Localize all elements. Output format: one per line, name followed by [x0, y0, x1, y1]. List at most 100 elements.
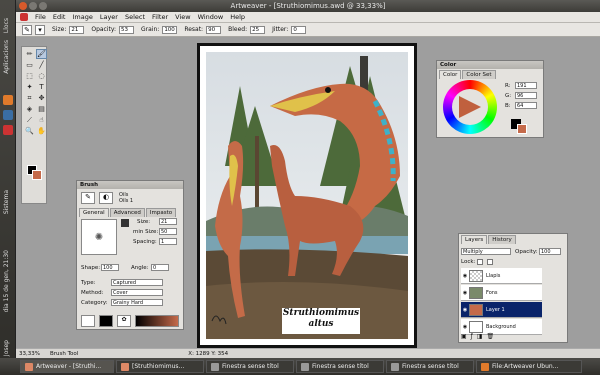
layer-visibility-icon[interactable]: ◉: [461, 273, 469, 279]
layer-visibility-icon[interactable]: ◉: [461, 324, 469, 330]
taskbar-item-browser[interactable]: File:Artweaver Ubun...: [476, 360, 582, 373]
lasso-tool-icon[interactable]: ◌: [36, 71, 47, 81]
brush-shape-icon[interactable]: [121, 219, 129, 227]
size-field[interactable]: 21: [69, 25, 85, 34]
jitter-field[interactable]: 0: [291, 25, 307, 34]
tab-color-set[interactable]: Color Set: [462, 70, 496, 79]
blue-field[interactable]: 64: [515, 102, 537, 109]
palette-background-swatch[interactable]: [517, 124, 527, 134]
mail-icon[interactable]: [3, 110, 13, 120]
layer-opacity-field[interactable]: 100: [539, 248, 561, 255]
tab-color[interactable]: Color: [439, 70, 462, 79]
tab-general[interactable]: General: [79, 208, 109, 217]
gradient-tool-icon[interactable]: ▤: [36, 104, 47, 114]
layer-visibility-icon[interactable]: ◉: [461, 290, 469, 296]
menu-image[interactable]: Image: [72, 13, 92, 21]
background-color-swatch[interactable]: [32, 170, 42, 180]
os-menu-system[interactable]: Sistema: [3, 190, 10, 214]
pencil-tool-icon[interactable]: ✏: [24, 49, 35, 59]
brush-preset-icon[interactable]: ✎: [22, 24, 32, 35]
eraser-tool-icon[interactable]: ▭: [24, 60, 35, 70]
brush-variant-icon[interactable]: ◐: [99, 192, 113, 204]
menu-layer[interactable]: Layer: [100, 13, 118, 21]
magic-wand-tool-icon[interactable]: ✦: [24, 82, 35, 92]
fill-tool-icon[interactable]: ◈: [24, 104, 35, 114]
line-tool-icon[interactable]: ╱: [36, 60, 47, 70]
brush-variant-dropdown[interactable]: ▾: [35, 24, 45, 35]
taskbar-item-window-2[interactable]: Finestra sense títol: [296, 360, 384, 373]
minimize-window-button[interactable]: [29, 2, 37, 10]
taskbar-item-window-1[interactable]: Finestra sense títol: [206, 360, 294, 373]
brush-palette-title[interactable]: Brush: [77, 181, 183, 189]
layer-row[interactable]: ◉ Llapis: [461, 268, 542, 284]
brush-size-field[interactable]: 21: [159, 218, 177, 225]
taskbar-item-artweaver[interactable]: Artweaver - [Struthi...: [20, 360, 114, 373]
green-field[interactable]: 96: [515, 92, 537, 99]
move-tool-icon[interactable]: ✥: [36, 93, 47, 103]
smudge-tool-icon[interactable]: ☝: [36, 115, 47, 125]
pattern-swatch[interactable]: [99, 315, 113, 327]
close-window-button[interactable]: [19, 2, 27, 10]
brush-category-select[interactable]: Grainy Hard: [111, 299, 163, 306]
brush-type-select[interactable]: Captured: [111, 279, 163, 286]
menu-filter[interactable]: Filter: [152, 13, 168, 21]
color-triangle[interactable]: [459, 96, 481, 118]
menu-window[interactable]: Window: [198, 13, 224, 21]
brush-category-icon[interactable]: ✎: [81, 192, 95, 204]
os-clock[interactable]: dia 15 de gen, 21:30: [3, 250, 10, 312]
layer-row[interactable]: ◉ Fons: [461, 285, 542, 301]
tab-advanced[interactable]: Advanced: [109, 208, 145, 217]
resat-field[interactable]: 90: [206, 25, 222, 34]
red-field[interactable]: 191: [515, 82, 537, 89]
brush-spacing-field[interactable]: 1: [159, 238, 177, 245]
tab-impasto[interactable]: Impasto: [145, 208, 177, 217]
blend-mode-select[interactable]: Multiply: [461, 248, 511, 255]
lock-transparency-checkbox[interactable]: [477, 259, 483, 265]
eyedropper-tool-icon[interactable]: ⟋: [24, 115, 35, 125]
hand-tool-icon[interactable]: ✋: [36, 126, 47, 136]
new-layer-icon[interactable]: ▣: [461, 333, 467, 340]
window-titlebar[interactable]: Artweaver - [Struthiomimus.awd @ 33,33%]: [16, 0, 600, 12]
brush-preview[interactable]: ✺: [81, 219, 117, 255]
layer-visibility-icon[interactable]: ◉: [461, 307, 469, 313]
taskbar-item-document[interactable]: [Struthiomimus...: [116, 360, 204, 373]
color-palette-title[interactable]: Color: [437, 61, 543, 69]
gradient-swatch[interactable]: [135, 315, 179, 327]
lock-layer-checkbox[interactable]: [487, 259, 493, 265]
paper-texture-icon[interactable]: [81, 315, 95, 327]
brush-tool-icon[interactable]: 🖌: [36, 49, 47, 59]
menu-edit[interactable]: Edit: [53, 13, 66, 21]
tab-history[interactable]: History: [488, 235, 516, 244]
brush-min-size-field[interactable]: 50: [159, 228, 177, 235]
brush-shape-field[interactable]: 100: [101, 264, 119, 271]
nozzle-icon[interactable]: ✿: [117, 315, 131, 327]
color-wheel[interactable]: [443, 80, 497, 134]
maximize-window-button[interactable]: [39, 2, 47, 10]
crop-tool-icon[interactable]: ⌗: [24, 93, 35, 103]
artweaver-launcher-icon[interactable]: [3, 125, 13, 135]
menu-view[interactable]: View: [175, 13, 190, 21]
firefox-icon[interactable]: [3, 95, 13, 105]
bleed-field[interactable]: 25: [250, 25, 266, 34]
menu-help[interactable]: Help: [230, 13, 245, 21]
layer-effects-icon[interactable]: ƒ: [471, 333, 473, 340]
os-user[interactable]: Josep: [3, 340, 10, 356]
text-tool-icon[interactable]: T: [36, 82, 47, 92]
grain-field[interactable]: 100: [162, 25, 178, 34]
brush-method-select[interactable]: Cover: [111, 289, 163, 296]
os-menu-places[interactable]: Llocs: [3, 18, 10, 33]
document-canvas[interactable]: Struthiomimus altus: [197, 43, 417, 348]
zoom-tool-icon[interactable]: 🔍: [24, 126, 35, 136]
delete-layer-icon[interactable]: 🗑: [486, 333, 494, 340]
opacity-field[interactable]: 53: [119, 25, 135, 34]
menu-select[interactable]: Select: [125, 13, 145, 21]
taskbar-item-window-3[interactable]: Finestra sense títol: [386, 360, 474, 373]
layer-row-selected[interactable]: ◉ Layer 1: [461, 302, 542, 318]
layer-mask-icon[interactable]: ◨: [477, 333, 483, 340]
tab-layers[interactable]: Layers: [461, 235, 488, 244]
menu-file[interactable]: File: [35, 13, 46, 21]
layer-thumbnail: [469, 286, 483, 299]
brush-angle-field[interactable]: 0: [151, 264, 169, 271]
os-menu-applications[interactable]: Aplicacions: [3, 40, 10, 74]
rect-select-tool-icon[interactable]: ⬚: [24, 71, 35, 81]
